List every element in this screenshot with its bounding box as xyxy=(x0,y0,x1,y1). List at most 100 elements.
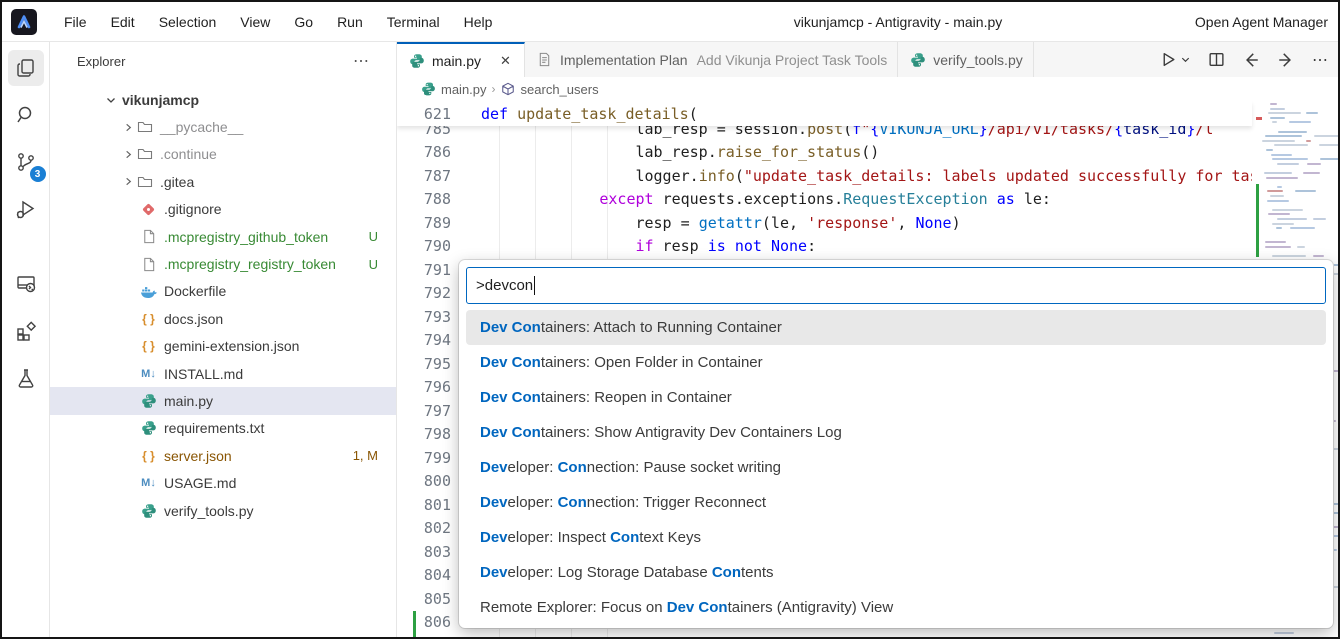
minimap-line xyxy=(1272,223,1294,225)
more-actions-icon[interactable]: ⋯ xyxy=(1312,50,1328,70)
command-item-1[interactable]: Dev Containers: Open Folder in Container xyxy=(466,345,1326,380)
file-row-usage-md[interactable]: M↓ USAGE.md xyxy=(50,469,396,496)
command-item-3[interactable]: Dev Containers: Show Antigravity Dev Con… xyxy=(466,415,1326,450)
file-row-main-py[interactable]: main.py xyxy=(50,387,396,414)
extensions-icon[interactable] xyxy=(8,313,44,349)
code-line-788: 788except requests.exceptions.RequestExc… xyxy=(397,188,1252,212)
editor-actions: ⋯ xyxy=(1146,42,1338,77)
docker-icon xyxy=(140,283,157,300)
close-tab-icon[interactable]: ✕ xyxy=(497,52,514,70)
file-name: __pycache__ xyxy=(160,119,243,135)
minimap-line xyxy=(1266,177,1298,179)
file-name: Dockerfile xyxy=(164,283,226,299)
explorer-sidebar: Explorer ⋯ vikunjamcp __pycache__.contin… xyxy=(50,42,397,638)
tab-label: verify_tools.py xyxy=(933,52,1022,68)
file-row--mcpregistry-registry-token[interactable]: .mcpregistry_registry_tokenU xyxy=(50,250,396,277)
code-text: resp = getattr(le, 'response', None) xyxy=(491,214,961,232)
file-name: requirements.txt xyxy=(164,420,264,436)
file-row-docs-json[interactable]: { }docs.json xyxy=(50,305,396,332)
line-number: 791 xyxy=(397,261,451,279)
command-item-0[interactable]: Dev Containers: Attach to Running Contai… xyxy=(466,310,1326,345)
menu-item-run[interactable]: Run xyxy=(325,10,375,34)
gutter-git-added-bar xyxy=(413,611,416,639)
tab-implementation-plan[interactable]: Implementation PlanAdd Vikunja Project T… xyxy=(525,42,898,77)
window-title: vikunjamcp - Antigravity - main.py xyxy=(794,14,1003,30)
command-item-4[interactable]: Developer: Connection: Pause socket writ… xyxy=(466,450,1326,485)
minimap-line xyxy=(1313,218,1326,220)
minimap-line xyxy=(1274,144,1308,146)
file-name: USAGE.md xyxy=(164,475,236,491)
tab-main-py[interactable]: main.py✕ xyxy=(397,42,525,77)
tree-root-folder[interactable]: vikunjamcp xyxy=(50,86,396,113)
python-file-icon xyxy=(409,53,425,69)
sticky-scroll-line[interactable]: 621 def update_task_details( xyxy=(397,101,1252,126)
file-row-gemini-extension-json[interactable]: { }gemini-extension.json xyxy=(50,333,396,360)
md-icon: M↓ xyxy=(140,475,157,492)
testing-icon[interactable] xyxy=(8,360,44,396)
navigate-forward-button[interactable] xyxy=(1277,51,1295,69)
minimap-line xyxy=(1270,108,1285,110)
navigate-back-button[interactable] xyxy=(1242,51,1260,69)
file-row-verify-tools-py[interactable]: verify_tools.py xyxy=(50,497,396,524)
line-number: 800 xyxy=(397,472,451,490)
breadcrumb-symbol[interactable]: search_users xyxy=(521,82,599,97)
minimap-line xyxy=(1265,246,1291,248)
menu-item-terminal[interactable]: Terminal xyxy=(375,10,452,34)
tab-verify-tools-py[interactable]: verify_tools.py xyxy=(898,42,1033,77)
menu-item-help[interactable]: Help xyxy=(452,10,505,34)
code-line-789: 789resp = getattr(le, 'response', None) xyxy=(397,211,1252,235)
minimap-line xyxy=(1266,149,1273,151)
explorer-icon[interactable] xyxy=(8,50,44,86)
minimap-line xyxy=(1265,241,1286,243)
command-item-2[interactable]: Dev Containers: Reopen in Container xyxy=(466,380,1326,415)
file-name: .mcpregistry_registry_token xyxy=(164,256,336,272)
command-item-6[interactable]: Developer: Inspect Context Keys xyxy=(466,520,1326,555)
line-number: 788 xyxy=(397,190,451,208)
line-number: 802 xyxy=(397,519,451,537)
file-row-install-md[interactable]: M↓INSTALL.md xyxy=(50,360,396,387)
command-palette-results: Dev Containers: Attach to Running Contai… xyxy=(466,310,1326,625)
open-agent-manager-button[interactable]: Open Agent Manager xyxy=(1195,14,1328,30)
minimap-line xyxy=(1314,135,1338,137)
search-icon[interactable] xyxy=(8,97,44,133)
chevron-down-icon xyxy=(103,92,119,108)
run-python-button[interactable] xyxy=(1160,51,1191,68)
folder-icon xyxy=(136,173,153,190)
remote-explorer-icon[interactable] xyxy=(8,266,44,302)
git-icon xyxy=(140,201,157,218)
split-editor-button[interactable] xyxy=(1208,51,1225,68)
file-row-server-json[interactable]: { }server.json1, M xyxy=(50,442,396,469)
menu-item-selection[interactable]: Selection xyxy=(147,10,229,34)
minimap-line xyxy=(1277,186,1282,188)
git-status-badge: U xyxy=(369,229,378,244)
file-row--gitignore[interactable]: .gitignore xyxy=(50,196,396,223)
minimap-line xyxy=(1265,135,1302,137)
file-row-dockerfile[interactable]: Dockerfile xyxy=(50,278,396,305)
explorer-more-actions-icon[interactable]: ⋯ xyxy=(353,51,370,71)
minimap-line xyxy=(1267,200,1289,202)
command-palette-input[interactable]: >devcon xyxy=(466,267,1326,304)
menu-item-file[interactable]: File xyxy=(52,10,99,34)
command-item-8[interactable]: Remote Explorer: Focus on Dev Containers… xyxy=(466,590,1326,625)
command-item-5[interactable]: Developer: Connection: Trigger Reconnect xyxy=(466,485,1326,520)
file-row--continue[interactable]: .continue xyxy=(50,141,396,168)
menu-item-go[interactable]: Go xyxy=(282,10,325,34)
file-row--mcpregistry-github-token[interactable]: .mcpregistry_github_tokenU xyxy=(50,223,396,250)
source-control-icon[interactable]: 3 xyxy=(8,144,44,180)
minimap-line xyxy=(1306,140,1311,142)
command-query: >devcon xyxy=(476,277,533,294)
python-file-icon xyxy=(421,82,436,97)
menu-item-view[interactable]: View xyxy=(228,10,282,34)
menu-item-edit[interactable]: Edit xyxy=(99,10,147,34)
file-row-requirements-txt[interactable]: requirements.txt xyxy=(50,415,396,442)
file-row--gitea[interactable]: .gitea xyxy=(50,168,396,195)
minimap-line xyxy=(1307,163,1321,165)
file-row--pycache-[interactable]: __pycache__ xyxy=(50,113,396,140)
minimap-line xyxy=(1270,117,1285,119)
breadcrumb-file[interactable]: main.py xyxy=(441,82,487,97)
command-item-7[interactable]: Developer: Log Storage Database Contents xyxy=(466,555,1326,590)
run-debug-icon[interactable] xyxy=(8,191,44,227)
line-number: 801 xyxy=(397,496,451,514)
json-icon: { } xyxy=(140,338,157,355)
minimap-line xyxy=(1270,195,1284,197)
